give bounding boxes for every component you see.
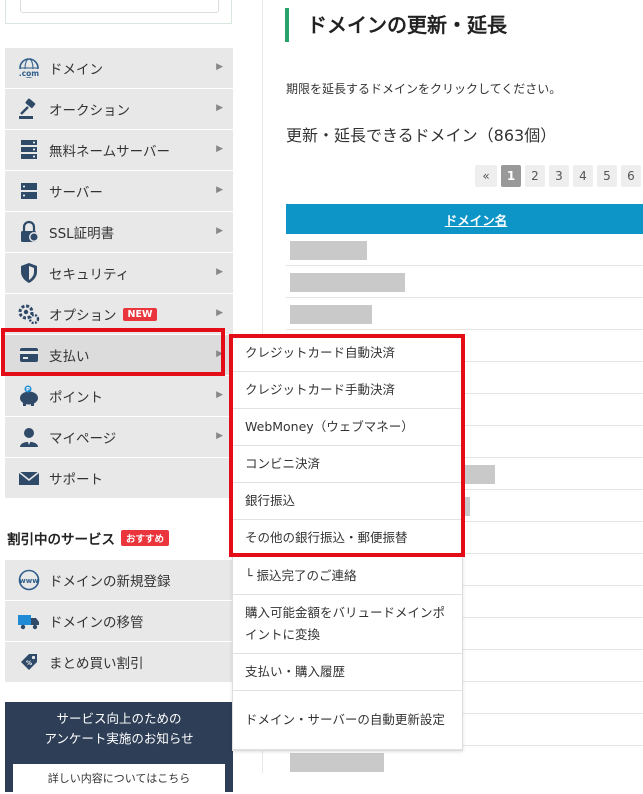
submenu-convenience-store[interactable]: コンビニ決済 (233, 446, 462, 483)
sidebar-item-label: ポイント (49, 390, 103, 406)
discount-title-text: 割引中のサービス (7, 532, 115, 548)
chevron-right-icon: ▶ (216, 267, 223, 277)
truck-icon (15, 607, 43, 635)
discount-item-transfer[interactable]: ドメインの移管 (5, 601, 233, 642)
discount-item-label: ドメインの移管 (49, 615, 144, 631)
sidebar-item-label: 無料ネームサーバー (49, 144, 170, 160)
chevron-right-icon: ▶ (216, 390, 223, 400)
sidebar-item-auction[interactable]: オークション ▶ (5, 89, 233, 130)
sidebar-item-payment[interactable]: 支払い ▶ (5, 335, 233, 376)
mail-icon (15, 464, 43, 492)
pagination-page-5[interactable]: 5 (597, 165, 617, 187)
submenu-other-transfer[interactable]: その他の銀行振込・郵便振替 (233, 520, 462, 557)
redacted-domain (290, 304, 372, 324)
discount-item-label: ドメインの新規登録 (49, 574, 171, 590)
table-row[interactable] (286, 265, 643, 298)
user-icon (15, 423, 43, 451)
pagination-page-2[interactable]: 2 (525, 165, 545, 187)
submenu-webmoney[interactable]: WebMoney（ウェブマネー） (233, 409, 462, 446)
sidebar-item-domain[interactable]: .com ドメイン ▶ (5, 48, 233, 89)
svg-text:%: % (26, 660, 32, 667)
shield-icon (15, 259, 43, 287)
svg-text:P: P (26, 387, 30, 393)
sidebar-item-point[interactable]: P ポイント ▶ (5, 376, 233, 417)
sidebar-item-mypage[interactable]: マイページ ▶ (5, 417, 233, 458)
sidebar-item-label: セキュリティ (49, 267, 130, 283)
submenu-payment-history[interactable]: 支払い・購入履歴 (233, 654, 462, 691)
pagination-page-6[interactable]: 6 (621, 165, 641, 187)
pagination-page-1[interactable]: 1 (501, 165, 521, 187)
www-icon: www (15, 566, 43, 594)
discount-item-new-domain[interactable]: www ドメインの新規登録 (5, 560, 233, 601)
chevron-right-icon: ▶ (216, 103, 223, 113)
submenu-bank-transfer[interactable]: 銀行振込 (233, 483, 462, 520)
chevron-right-icon: ▶ (216, 144, 223, 154)
survey-line-2: アンケート実施のお知らせ (44, 731, 194, 746)
chevron-right-icon: ▶ (216, 308, 223, 318)
sidebar-top-box (5, 0, 232, 24)
submenu-credit-manual[interactable]: クレジットカード手動決済 (233, 372, 462, 409)
table-row[interactable] (286, 234, 643, 266)
instruction-text: 期限を延長するドメインをクリックしてください。 (286, 82, 562, 96)
tag-icon: % (15, 648, 43, 676)
submenu-convert-points[interactable]: 購入可能金額をバリュードメインポイントに変換 (233, 595, 462, 654)
gavel-icon (15, 95, 43, 123)
chevron-right-icon: ▶ (216, 185, 223, 195)
svg-text:www: www (19, 577, 39, 585)
redacted-domain (290, 240, 367, 260)
sidebar-item-free-nameserver[interactable]: 無料ネームサーバー ▶ (5, 130, 233, 171)
sidebar-item-label: オプション (49, 308, 117, 324)
sidebar-item-security[interactable]: セキュリティ ▶ (5, 253, 233, 294)
survey-line-1: サービス向上のための (56, 711, 182, 726)
sidebar-item-label: サポート (49, 472, 103, 488)
discount-item-bulk[interactable]: % まとめ買い割引 (5, 642, 233, 683)
server-icon (15, 177, 43, 205)
new-badge: NEW (122, 307, 158, 321)
redacted-domain (290, 752, 384, 772)
table-row[interactable] (286, 297, 643, 330)
redacted-domain (290, 272, 405, 292)
sidebar-item-label: SSL証明書 (49, 226, 115, 242)
sidebar-item-server[interactable]: サーバー ▶ (5, 171, 233, 212)
sidebar: .com ドメイン ▶ オークション ▶ 無料ネームサーバー ▶ サーバー ▶ … (0, 0, 262, 794)
pagination: « 1 2 3 4 5 6 (475, 165, 643, 187)
domain-count-heading: 更新・延長できるドメイン（863個） (286, 126, 557, 145)
survey-more-link[interactable]: 詳しい内容についてはこちら (13, 764, 225, 794)
discount-section-title: 割引中のサービス おすすめ (7, 528, 170, 548)
pagination-prev[interactable]: « (475, 165, 497, 187)
sidebar-menu: .com ドメイン ▶ オークション ▶ 無料ネームサーバー ▶ サーバー ▶ … (5, 48, 233, 499)
discount-menu: www ドメインの新規登録 ドメインの移管 % まとめ買い割引 (5, 560, 233, 683)
payment-submenu: クレジットカード自動決済 クレジットカード手動決済 WebMoney（ウェブマネ… (232, 334, 463, 751)
sidebar-item-ssl[interactable]: SSL証明書 ▶ (5, 212, 233, 253)
gear-icon (15, 300, 43, 328)
sidebar-item-label: オークション (49, 103, 130, 119)
sidebar-item-label: サーバー (49, 185, 103, 201)
server-stack-icon (15, 136, 43, 164)
svg-text:.com: .com (19, 69, 39, 78)
sidebar-item-label: 支払い (49, 349, 90, 365)
submenu-credit-auto[interactable]: クレジットカード自動決済 (233, 335, 462, 372)
chevron-right-icon: ▶ (216, 349, 223, 359)
sidebar-item-label: ドメイン (49, 62, 103, 78)
sidebar-item-label: マイページ (49, 431, 117, 447)
pagination-page-3[interactable]: 3 (549, 165, 569, 187)
globe-com-icon: .com (15, 54, 43, 82)
chevron-right-icon: ▶ (216, 62, 223, 72)
ssl-lock-icon (15, 218, 43, 246)
domain-name-column-header[interactable]: ドメイン名 (286, 204, 643, 234)
sidebar-item-option[interactable]: オプション NEW ▶ (5, 294, 233, 335)
recommend-badge: おすすめ (121, 530, 170, 546)
card-icon (15, 341, 43, 369)
sidebar-top-input[interactable] (20, 0, 219, 13)
page-title: ドメインの更新・延長 (285, 8, 507, 42)
submenu-transfer-complete[interactable]: └ 振込完了のご連絡 (233, 557, 462, 595)
sidebar-item-support[interactable]: サポート (5, 458, 233, 499)
chevron-right-icon: ▶ (216, 431, 223, 441)
survey-banner[interactable]: サービス向上のための アンケート実施のお知らせ 詳しい内容についてはこちら (5, 702, 233, 794)
chevron-right-icon: ▶ (216, 226, 223, 236)
piggy-bank-icon: P (15, 382, 43, 410)
discount-item-label: まとめ買い割引 (49, 656, 144, 672)
submenu-auto-renew[interactable]: ドメイン・サーバーの自動更新設定 (233, 691, 462, 750)
pagination-page-4[interactable]: 4 (573, 165, 593, 187)
